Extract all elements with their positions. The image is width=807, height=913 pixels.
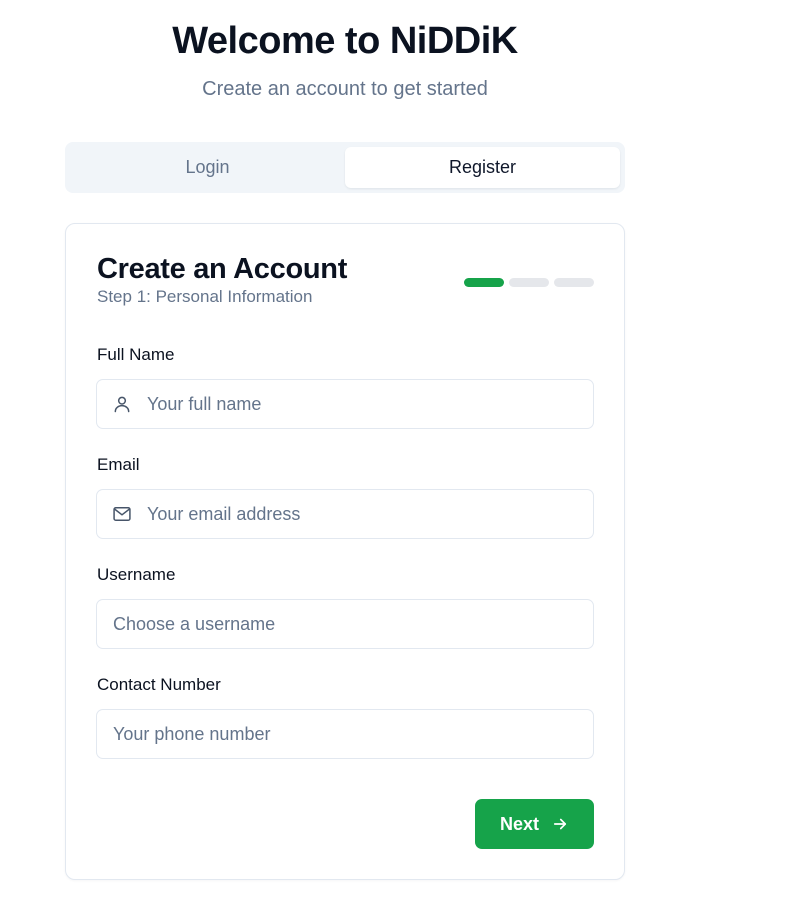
username-input[interactable]	[97, 600, 593, 648]
contact-number-field[interactable]	[96, 709, 594, 759]
contact-number-input[interactable]	[97, 710, 593, 758]
card-step-subtitle: Step 1: Personal Information	[97, 287, 313, 306]
step-indicator-1	[464, 278, 504, 287]
user-icon	[97, 380, 147, 428]
step-indicator-2	[509, 278, 549, 287]
email-label: Email	[97, 455, 140, 474]
full-name-label: Full Name	[97, 345, 175, 364]
next-button[interactable]: Next	[475, 799, 594, 849]
register-page: Welcome to NiDDiK Create an account to g…	[0, 0, 807, 913]
page-subtitle: Create an account to get started	[202, 78, 488, 100]
register-card: Create an Account Step 1: Personal Infor…	[65, 223, 625, 880]
tab-register[interactable]: Register	[345, 147, 620, 188]
email-input[interactable]	[147, 490, 593, 538]
username-label: Username	[97, 565, 176, 584]
mail-icon	[97, 490, 147, 538]
step-progress	[464, 278, 594, 287]
full-name-field[interactable]	[96, 379, 594, 429]
username-field[interactable]	[96, 599, 594, 649]
card-title: Create an Account	[97, 253, 348, 285]
full-name-input[interactable]	[147, 380, 593, 428]
arrow-right-icon	[551, 815, 569, 833]
step-indicator-3	[554, 278, 594, 287]
auth-tabs: Login Register	[65, 142, 625, 193]
page-title: Welcome to NiDDiK	[172, 20, 518, 62]
email-field[interactable]	[96, 489, 594, 539]
contact-number-label: Contact Number	[97, 675, 221, 694]
next-button-label: Next	[499, 813, 539, 834]
tab-login[interactable]: Login	[70, 147, 345, 188]
